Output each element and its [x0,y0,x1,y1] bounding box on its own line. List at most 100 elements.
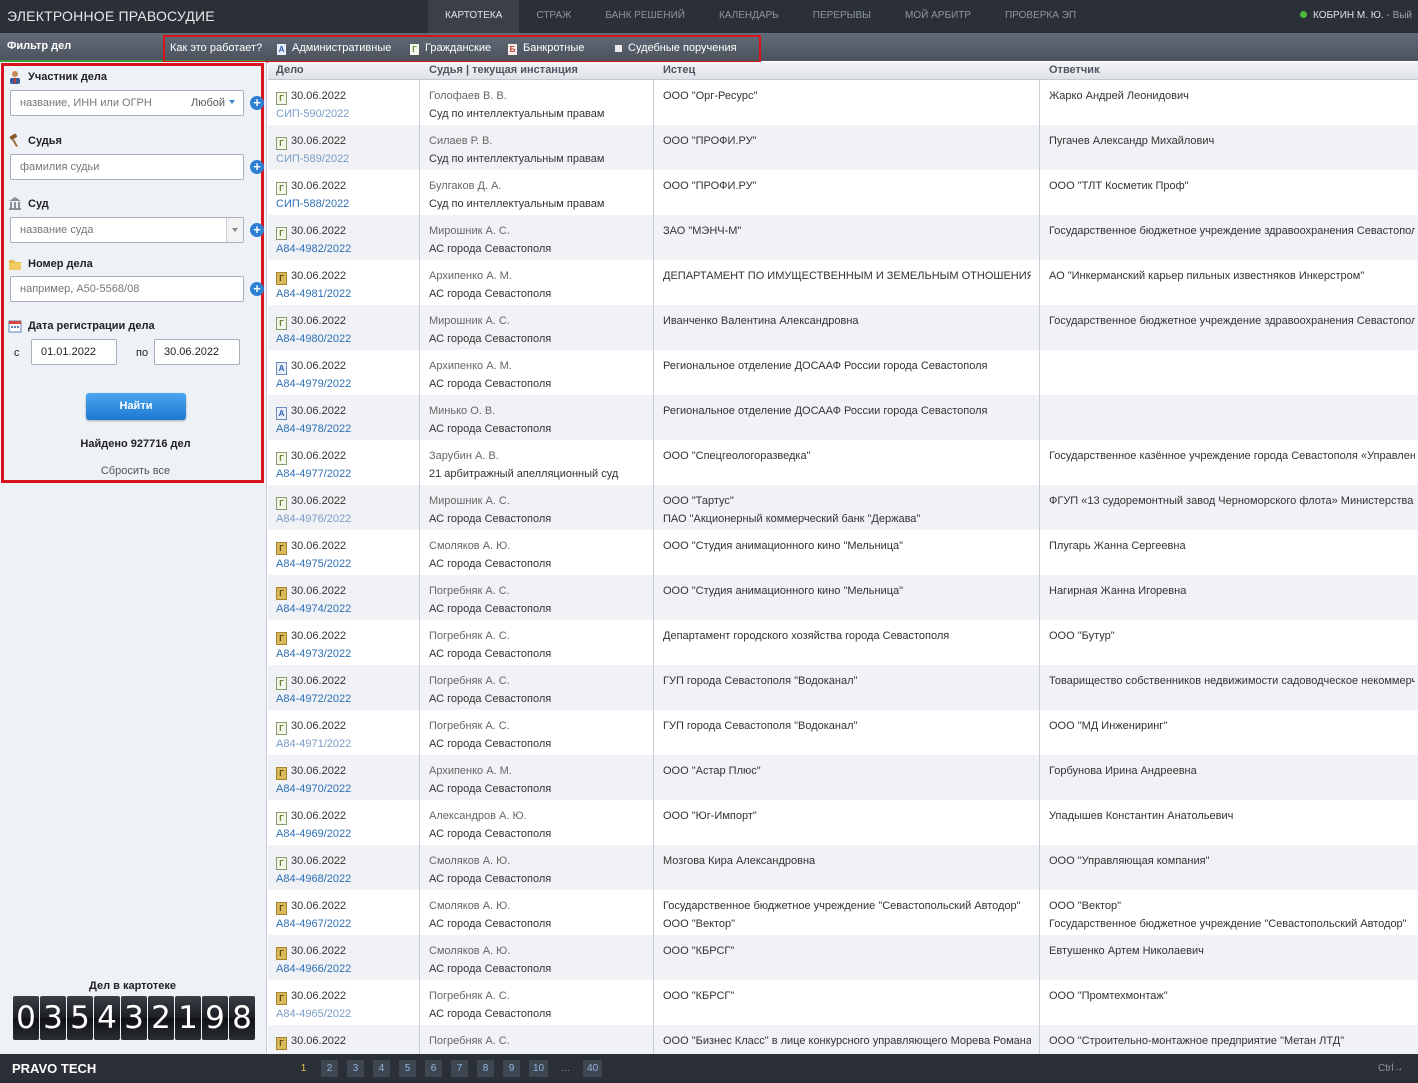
plaintiff-name[interactable]: Региональное отделение ДОСААФ России гор… [663,360,987,372]
case-number-link[interactable]: А84-4972/2022 [276,693,351,705]
table-row[interactable]: Г 30.06.2022 А84-4970/2022 Архипенко А. М. А… [268,755,1418,800]
defendant-name[interactable]: Пугачев Александр Михайлович [1049,135,1214,147]
table-row[interactable]: Г 30.06.2022 А84-4981/2022 Архипенко А. М. А… [268,260,1418,305]
plaintiff-name[interactable]: ООО "ПРОФИ.РУ" [663,135,757,147]
defendant-name[interactable]: Жарко Андрей Леонидович [1049,90,1189,102]
participant-scope-select[interactable]: Любой [191,91,235,115]
participant-input[interactable]: название, ИНН или ОГРН Любой [10,90,244,116]
defendant-name[interactable]: Государственное бюджетное учреждение "Се… [1049,918,1407,930]
category-civil[interactable]: Г Гражданские [410,42,491,55]
defendant-name[interactable]: ООО "Вектор" [1049,900,1121,912]
add-participant-button[interactable]: + [250,96,264,110]
plaintiff-name[interactable]: ГУП города Севастополя "Водоканал" [663,675,857,687]
case-number-link[interactable]: А84-4966/2022 [276,963,351,975]
defendant-name[interactable]: ООО "Бутур" [1049,630,1115,642]
table-row[interactable]: Г 30.06.2022 А84-4974/2022 Погребняк А. С. А… [268,575,1418,620]
user-name[interactable]: КОБРИН М. Ю. [1313,10,1384,21]
case-number-link[interactable]: А84-4973/2022 [276,648,351,660]
defendant-name[interactable]: Упадышев Константин Анатольевич [1049,810,1233,822]
defendant-name[interactable]: ООО "МД Инжениринг" [1049,720,1167,732]
plaintiff-name[interactable]: ГУП города Севастополя "Водоканал" [663,720,857,732]
page-9-link[interactable]: 9 [503,1060,520,1077]
table-row[interactable]: Г 30.06.2022 А84-4965/2022 Погребняк А. С. А… [268,980,1418,1025]
header-judge[interactable]: Судья | текущая инстанция [429,64,578,76]
nav-check-ep[interactable]: ПРОВЕРКА ЭП [988,0,1093,33]
defendant-name[interactable]: ООО "Строительно-монтажное предприятие "… [1049,1035,1344,1047]
date-from-input[interactable]: 01.01.2022 [31,339,117,365]
logout-link[interactable]: - Вый [1384,10,1412,21]
court-select[interactable]: название суда [10,217,244,243]
table-row[interactable]: А 30.06.2022 А84-4979/2022 Архипенко А. М. А… [268,350,1418,395]
nav-bank-resheniy[interactable]: БАНК РЕШЕНИЙ [588,0,702,33]
defendant-name[interactable]: Государственное казённое учреждение горо… [1049,450,1415,462]
table-row[interactable]: Г 30.06.2022 А84-4971/2022 Погребняк А. С. А… [268,710,1418,755]
case-number-link[interactable]: А84-4965/2022 [276,1008,351,1020]
table-row[interactable]: Г 30.06.2022 А84-4966/2022 Смоляков А. Ю. АС… [268,935,1418,980]
defendant-name[interactable]: ООО "Управляющая компания" [1049,855,1209,867]
page-7-link[interactable]: 7 [451,1060,468,1077]
add-court-button[interactable]: + [250,223,264,237]
case-number-link[interactable]: А84-4974/2022 [276,603,351,615]
header-defendant[interactable]: Ответчик [1049,64,1100,76]
case-number-link[interactable]: СИП-590/2022 [276,108,349,120]
nav-breaks[interactable]: ПЕРЕРЫВЫ [796,0,888,33]
plaintiff-name[interactable]: Мозгова Кира Александровна [663,855,815,867]
table-row[interactable]: Г 30.06.2022 А84-4976/2022 Мирошник А. С. АС… [268,485,1418,530]
table-row[interactable]: Г 30.06.2022 А84-4969/2022 Александров А. Ю… [268,800,1418,845]
case-number-link[interactable]: А84-4977/2022 [276,468,351,480]
table-row[interactable]: Г30.06.2022А84-4964/2022Погребняк А. С.А… [268,1025,1418,1054]
nav-my-arbiter[interactable]: МОЙ АРБИТР [888,0,988,33]
page-2-link[interactable]: 2 [321,1060,338,1077]
case-number-input[interactable]: например, А50-5568/08 [10,276,244,302]
judge-input[interactable]: фамилия судьи [10,154,244,180]
table-row[interactable]: Г 30.06.2022 А84-4977/2022 Зарубин А. В. 21 … [268,440,1418,485]
plaintiff-name[interactable]: ООО "КБРСГ" [663,945,734,957]
defendant-name[interactable]: Евтушенко Артем Николаевич [1049,945,1204,957]
table-row[interactable]: А 30.06.2022 А84-4978/2022 Минько О. В. АС г… [268,395,1418,440]
page-8-link[interactable]: 8 [477,1060,494,1077]
case-number-link[interactable]: СИП-588/2022 [276,198,349,210]
case-number-link[interactable]: А84-4979/2022 [276,378,351,390]
case-number-link[interactable]: А84-4982/2022 [276,243,351,255]
header-plaintiff[interactable]: Истец [663,64,695,76]
defendant-name[interactable]: Горбунова Ирина Андреевна [1049,765,1197,777]
page-5-link[interactable]: 5 [399,1060,416,1077]
table-row[interactable]: Г 30.06.2022 А84-4980/2022 Мирошник А. С. АС… [268,305,1418,350]
table-row[interactable]: Г 30.06.2022 СИП-589/2022 Силаев Р. В. Суд п… [268,125,1418,170]
category-bankruptcy[interactable]: Б Банкротные [508,42,584,55]
plaintiff-name[interactable]: ООО "Студия анимационного кино "Мельница… [663,540,903,552]
page-1-link[interactable]: 1 [295,1060,312,1077]
plaintiff-name[interactable]: ООО "Орг-Ресурс" [663,90,757,102]
plaintiff-name[interactable]: ООО "Тартус" [663,495,734,507]
plaintiff-name[interactable]: Государственное бюджетное учреждение "Се… [663,900,1021,912]
case-number-link[interactable]: А84-4980/2022 [276,333,351,345]
table-row[interactable]: Г 30.06.2022 А84-4972/2022 Погребняк А. С. А… [268,665,1418,710]
plaintiff-name[interactable]: ООО "ПРОФИ.РУ" [663,180,757,192]
case-number-link[interactable]: А84-4976/2022 [276,513,351,525]
find-button[interactable]: Найти [86,393,186,420]
page-4-link[interactable]: 4 [373,1060,390,1077]
plaintiff-name[interactable]: ООО "Вектор" [663,918,735,930]
page-40-link[interactable]: 40 [583,1060,603,1077]
reset-all-link[interactable]: Сбросить все [4,465,267,477]
table-row[interactable]: Г 30.06.2022 СИП-590/2022 Голофаев В. В. Суд… [268,80,1418,125]
page-6-link[interactable]: 6 [425,1060,442,1077]
table-row[interactable]: Г 30.06.2022 А84-4975/2022 Смоляков А. Ю. АС… [268,530,1418,575]
plaintiff-name[interactable]: ООО "Астар Плюс" [663,765,761,777]
defendant-name[interactable]: ООО "Промтехмонтаж" [1049,990,1168,1002]
defendant-name[interactable]: Товарищество собственников недвижимости … [1049,675,1415,687]
plaintiff-name[interactable]: Региональное отделение ДОСААФ России гор… [663,405,987,417]
site-brand[interactable]: ЭЛЕКТРОННОЕ ПРАВОСУДИЕ [7,8,215,24]
category-court-orders[interactable]: Судебные поручения [615,42,737,54]
defendant-name[interactable]: Государственное бюджетное учреждение здр… [1049,315,1415,327]
add-case-number-button[interactable]: + [250,282,264,296]
court-dropdown-arrow-icon[interactable] [226,218,243,242]
case-number-link[interactable]: А84-4981/2022 [276,288,351,300]
plaintiff-name[interactable]: ООО "Юг-Импорт" [663,810,757,822]
case-number-link[interactable]: А84-4971/2022 [276,738,351,750]
defendant-name[interactable]: Нагирная Жанна Игоревна [1049,585,1186,597]
header-case[interactable]: Дело [276,64,304,76]
how-it-works-link[interactable]: Как это работает? [170,42,262,54]
defendant-name[interactable]: АО "Инкерманский карьер пильных известня… [1049,270,1364,282]
table-row[interactable]: Г 30.06.2022 А84-4967/2022 Смоляков А. Ю. АС… [268,890,1418,935]
